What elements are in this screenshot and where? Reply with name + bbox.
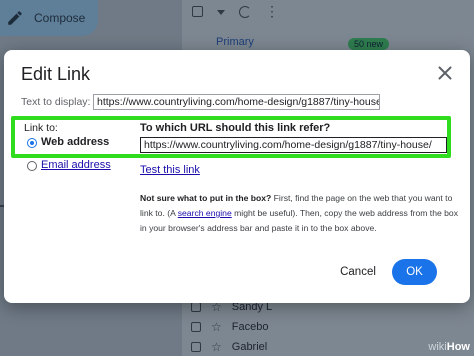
- help-bold: Not sure what to put in the box?: [140, 193, 272, 203]
- test-link[interactable]: Test this link: [140, 164, 200, 176]
- email-address-link[interactable]: Email address: [41, 159, 111, 171]
- help-text: Not sure what to put in the box? First, …: [140, 191, 458, 236]
- row-checkbox[interactable]: [191, 302, 201, 312]
- chevron-down-icon[interactable]: [217, 10, 225, 15]
- close-icon[interactable]: [434, 62, 456, 84]
- new-count-badge: 50 new: [348, 38, 390, 50]
- select-all-checkbox[interactable]: [192, 6, 203, 17]
- pencil-icon: [8, 11, 22, 25]
- compose-label: Compose: [34, 11, 86, 25]
- web-address-label[interactable]: Web address: [41, 136, 109, 148]
- text-to-display-input[interactable]: https://www.countryliving.com/home-desig…: [93, 94, 380, 110]
- web-address-radio[interactable]: [27, 138, 37, 148]
- refresh-icon[interactable]: [239, 6, 251, 18]
- search-engine-link[interactable]: search engine: [178, 208, 232, 218]
- row-checkbox[interactable]: [191, 342, 201, 352]
- email-address-radio[interactable]: [27, 161, 37, 171]
- cancel-button[interactable]: Cancel: [326, 261, 390, 283]
- link-to-label: Link to:: [24, 122, 58, 134]
- row-sender: Gabriel: [231, 341, 268, 353]
- tab-primary[interactable]: Primary: [216, 36, 254, 48]
- list-item[interactable]: ☆ Facebo: [182, 317, 474, 337]
- more-icon[interactable]: ⋮: [265, 4, 279, 18]
- wikihow-watermark: wikiHow: [428, 341, 470, 353]
- watermark-suffix: How: [446, 341, 470, 353]
- url-question: To which URL should this link refer?: [140, 122, 331, 134]
- watermark-prefix: wiki: [428, 341, 447, 353]
- compose-button[interactable]: Compose: [0, 0, 98, 36]
- ok-button[interactable]: OK: [392, 259, 437, 285]
- edit-link-dialog: Edit Link Text to display: https://www.c…: [4, 50, 470, 303]
- dialog-title: Edit Link: [21, 64, 91, 84]
- row-sender: Facebo: [231, 321, 269, 333]
- bg-toolbar: ⋮: [192, 4, 279, 18]
- star-icon[interactable]: ☆: [211, 340, 222, 354]
- star-icon[interactable]: ☆: [211, 320, 222, 334]
- text-to-display-label: Text to display:: [21, 96, 91, 108]
- row-checkbox[interactable]: [191, 322, 201, 332]
- url-input[interactable]: https://www.countryliving.com/home-desig…: [140, 137, 447, 153]
